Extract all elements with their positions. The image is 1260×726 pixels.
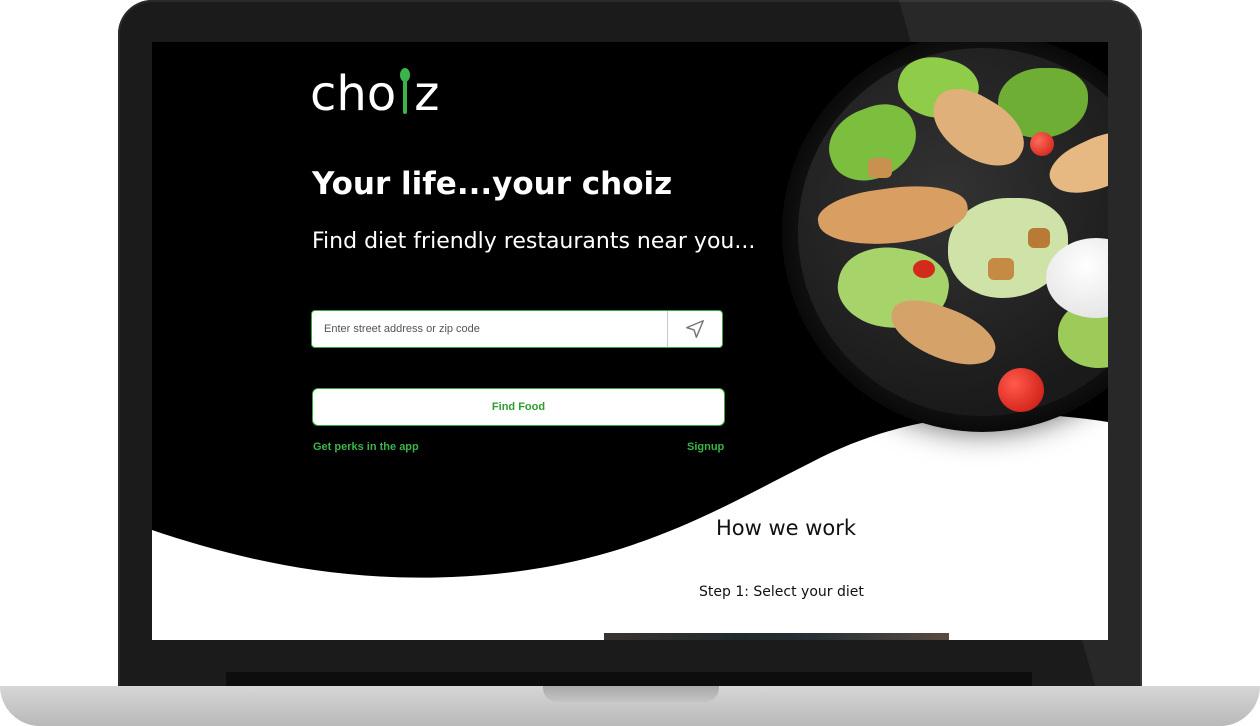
- browser-screen: cho z Your life...your choiz Find diet f…: [152, 42, 1108, 640]
- crouton: [1028, 228, 1050, 248]
- logo-text-start: cho: [310, 66, 397, 122]
- cherry-tomato: [913, 260, 935, 278]
- cherry-tomato: [1030, 132, 1054, 156]
- crouton: [988, 258, 1014, 280]
- step-1-label: Step 1: Select your diet: [699, 584, 864, 600]
- signup-link[interactable]: Signup: [687, 441, 724, 453]
- get-perks-link[interactable]: Get perks in the app: [313, 441, 419, 453]
- address-search: [311, 310, 723, 348]
- navigation-arrow-icon: [686, 320, 704, 338]
- how-we-work-title: How we work: [716, 516, 857, 540]
- spoon-icon: [398, 68, 412, 114]
- laptop-hinge: [226, 672, 1032, 686]
- hero-headline: Your life...your choiz: [312, 166, 673, 202]
- laptop-mockup: cho z Your life...your choiz Find diet f…: [0, 0, 1260, 726]
- logo-text-end: z: [414, 66, 440, 122]
- locate-button[interactable]: [667, 311, 722, 347]
- cherry-tomato: [998, 368, 1044, 412]
- crouton: [868, 158, 892, 178]
- plate: [798, 48, 1108, 416]
- address-input[interactable]: [312, 311, 667, 347]
- choiz-logo[interactable]: cho z: [310, 62, 439, 122]
- laptop-notch: [543, 686, 719, 702]
- step-1-image: [604, 633, 949, 640]
- hero-subhead: Find diet friendly restaurants near you.…: [312, 229, 756, 254]
- find-food-button[interactable]: Find Food: [312, 388, 725, 426]
